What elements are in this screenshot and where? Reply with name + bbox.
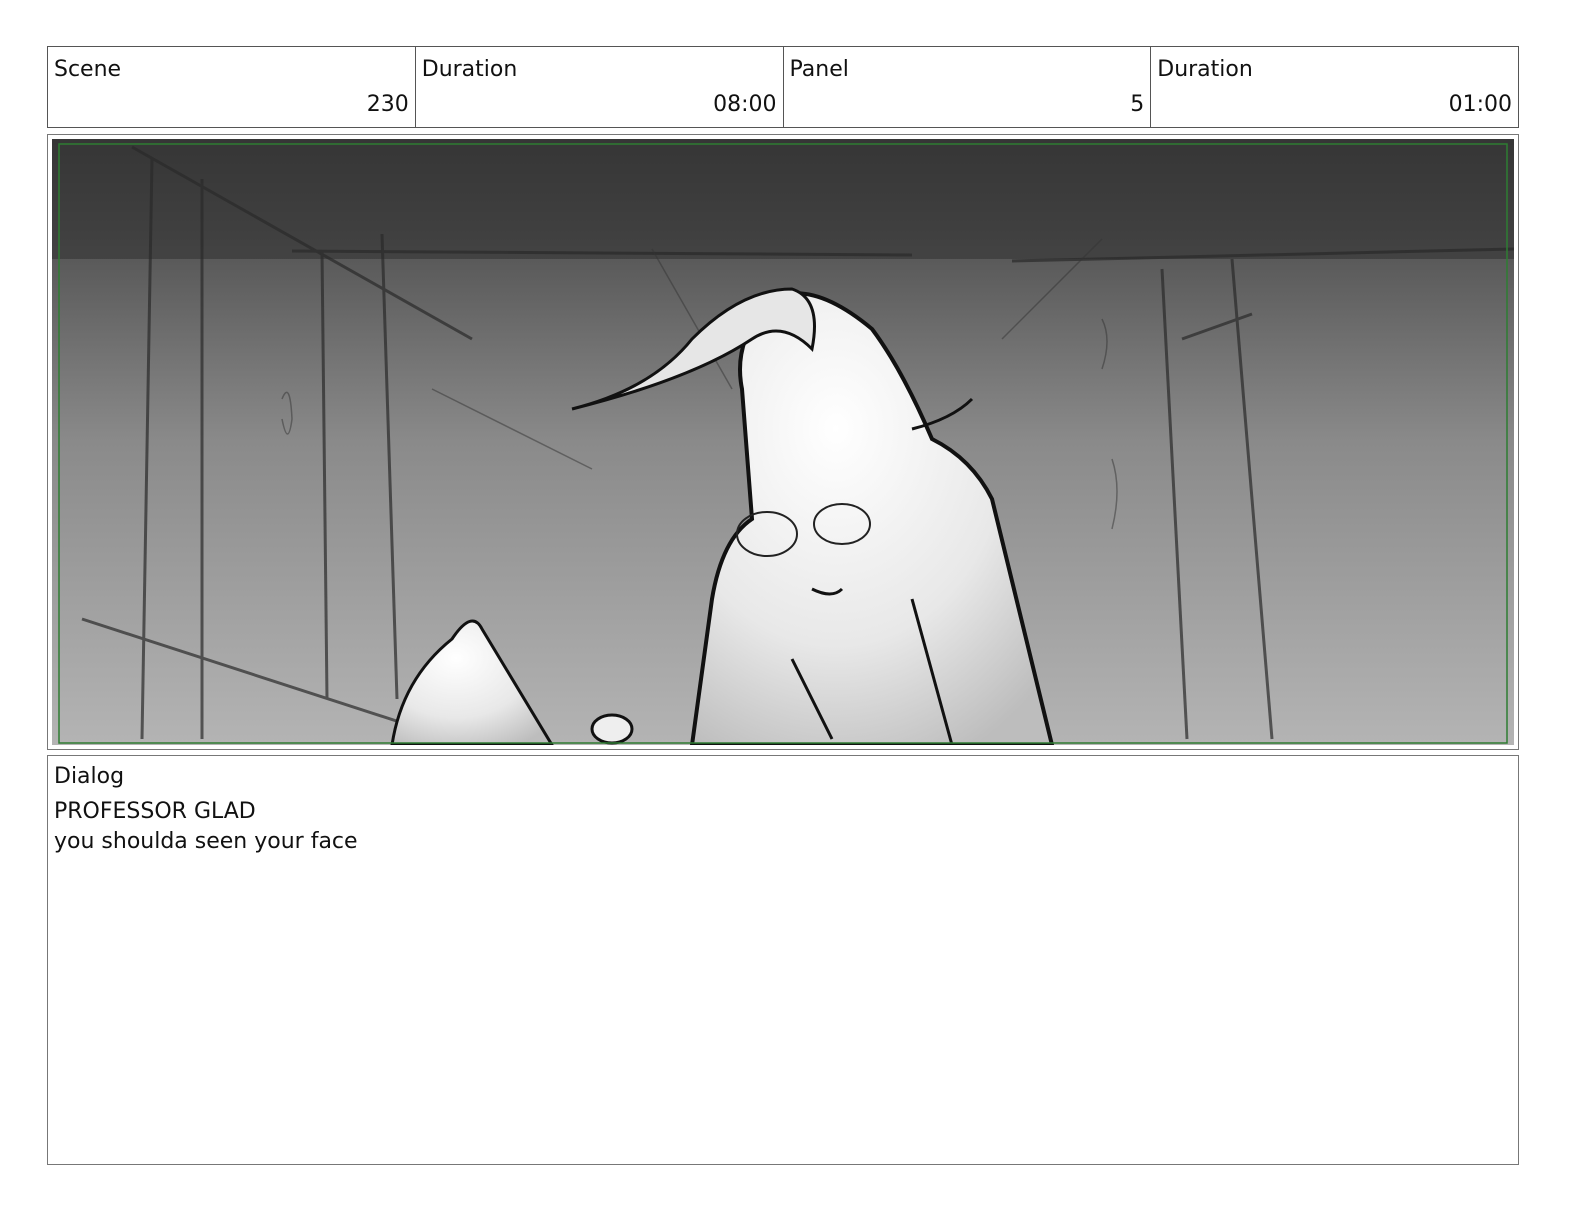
dialog-line: you shoulda seen your face bbox=[54, 829, 358, 854]
panel-sketch-image bbox=[52, 139, 1514, 745]
panel-value: 5 bbox=[1130, 92, 1145, 117]
ceiling-shadow bbox=[52, 139, 1514, 259]
scene-cell: Scene 230 bbox=[48, 47, 416, 127]
scene-value: 230 bbox=[366, 92, 409, 117]
scene-duration-value: 08:00 bbox=[713, 92, 777, 117]
scene-label: Scene bbox=[54, 57, 122, 82]
scene-duration-label: Duration bbox=[421, 57, 518, 82]
panel-duration-cell: Duration 01:00 bbox=[1151, 47, 1518, 127]
panel-duration-value: 01:00 bbox=[1448, 92, 1512, 117]
scene-duration-cell: Duration 08:00 bbox=[416, 47, 784, 127]
storyboard-header: Scene 230 Duration 08:00 Panel 5 Duratio… bbox=[47, 46, 1519, 128]
panel-duration-label: Duration bbox=[1157, 57, 1253, 82]
dialog-speaker: PROFESSOR GLAD bbox=[54, 799, 256, 824]
panel-cell: Panel 5 bbox=[784, 47, 1152, 127]
dialog-box: Dialog PROFESSOR GLAD you shoulda seen y… bbox=[47, 755, 1519, 1165]
storyboard-panel bbox=[47, 134, 1519, 750]
dialog-label: Dialog bbox=[54, 764, 125, 789]
panel-label: Panel bbox=[789, 57, 849, 82]
